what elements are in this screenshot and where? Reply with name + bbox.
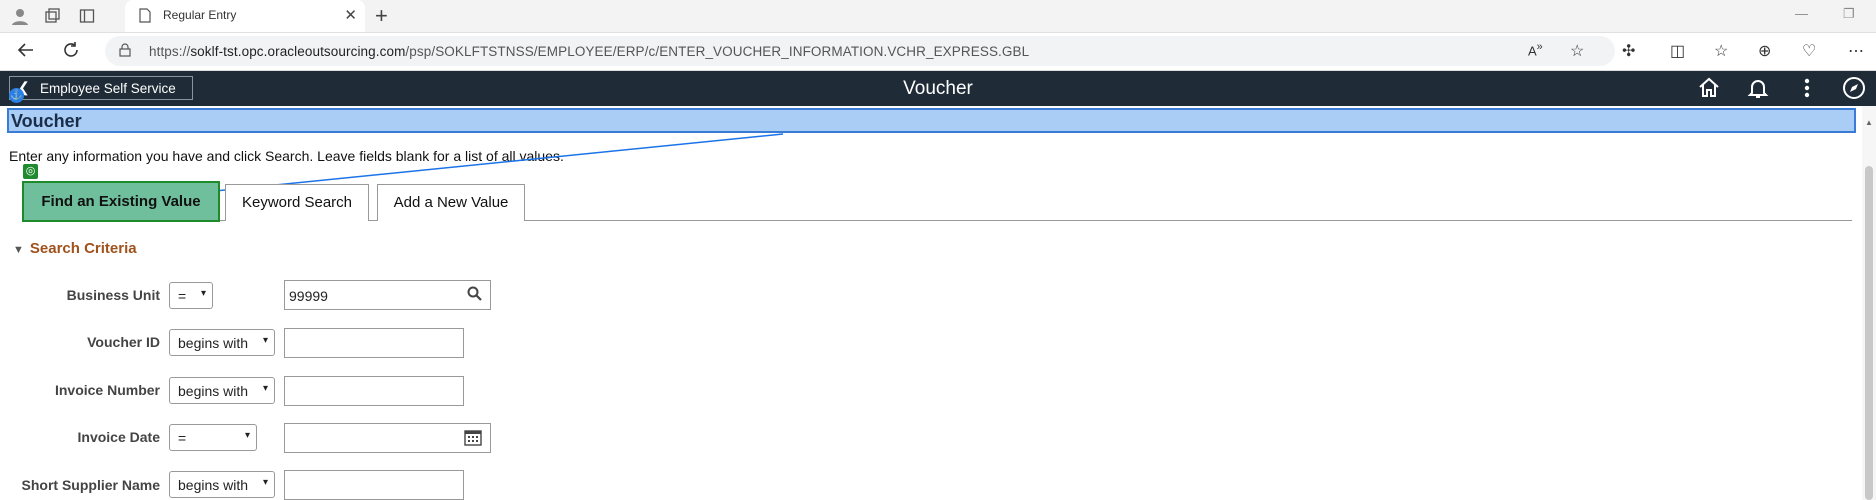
voucher-id-operator-select[interactable]: begins with ▾ xyxy=(169,329,275,356)
short-supplier-name-operator-select[interactable]: begins with ▾ xyxy=(169,471,275,498)
notifications-bell-icon[interactable] xyxy=(1746,76,1770,106)
address-bar-row: https://soklf-tst.opc.oracleoutsourcing.… xyxy=(0,33,1876,71)
tab-add-new-value[interactable]: Add a New Value xyxy=(377,184,525,221)
close-tab-icon[interactable]: ✕ xyxy=(344,6,357,24)
home-icon[interactable] xyxy=(1697,76,1721,106)
tab-title: Regular Entry xyxy=(163,8,237,22)
navbar-compass-icon[interactable] xyxy=(1842,76,1866,106)
vertical-scrollbar[interactable]: ▲ xyxy=(1862,106,1876,500)
chevron-down-icon: ▾ xyxy=(262,383,268,394)
back-icon[interactable] xyxy=(17,41,35,64)
voucher-id-input[interactable] xyxy=(284,328,464,358)
anchor-icon: ⚓ xyxy=(9,88,24,103)
page-title: Voucher xyxy=(11,111,82,131)
business-unit-label: Business Unit xyxy=(66,287,160,303)
extensions-icon[interactable]: ✣ xyxy=(1622,41,1635,61)
business-unit-input[interactable]: 99999 xyxy=(284,280,491,310)
tab-actions-icon[interactable] xyxy=(77,6,97,26)
restore-icon[interactable]: ❐ xyxy=(1843,6,1855,22)
chevron-down-icon: ▾ xyxy=(244,430,250,441)
url-text: https://soklf-tst.opc.oracleoutsourcing.… xyxy=(149,44,1030,59)
business-unit-operator-select[interactable]: = ▾ xyxy=(169,282,213,309)
refresh-icon[interactable] xyxy=(62,41,80,64)
invoice-date-label: Invoice Date xyxy=(77,429,160,445)
page-title-band: Voucher xyxy=(7,108,1856,133)
more-menu-icon[interactable]: ⋯ xyxy=(1848,41,1864,61)
lookup-search-icon[interactable] xyxy=(467,286,482,305)
browser-tab-bar: Regular Entry ✕ + — ❐ xyxy=(0,0,1876,33)
favorites-icon[interactable]: ☆ xyxy=(1714,41,1728,61)
invoice-number-operator-select[interactable]: begins with ▾ xyxy=(169,377,275,404)
chevron-down-icon: ▾ xyxy=(262,335,268,346)
app-header: ❮ Employee Self Service Voucher xyxy=(0,71,1876,106)
search-criteria-title: Search Criteria xyxy=(29,240,137,257)
short-supplier-name-input[interactable] xyxy=(284,470,464,500)
tab-find-existing-value[interactable]: Find an Existing Value xyxy=(22,181,220,222)
calendar-icon[interactable] xyxy=(464,429,482,450)
browser-tab[interactable]: Regular Entry ✕ xyxy=(125,0,365,32)
search-criteria-toggle[interactable]: ▼ Search Criteria xyxy=(13,240,137,257)
header-title: Voucher xyxy=(903,78,973,99)
invoice-date-operator-select[interactable]: = ▾ xyxy=(169,424,257,451)
scroll-up-icon[interactable]: ▲ xyxy=(1865,118,1873,127)
short-supplier-name-label: Short Supplier Name xyxy=(21,477,160,493)
page-icon xyxy=(139,8,151,28)
invoice-number-label: Invoice Number xyxy=(54,382,160,398)
workspaces-icon[interactable] xyxy=(42,6,62,26)
read-aloud-icon[interactable]: A» xyxy=(1528,41,1543,58)
actions-menu-icon[interactable] xyxy=(1795,76,1819,106)
target-marker-icon: ◎ xyxy=(23,164,38,179)
profile-icon[interactable] xyxy=(10,6,30,26)
instructions-text: Enter any information you have and click… xyxy=(9,148,564,164)
minimize-icon[interactable]: — xyxy=(1795,6,1808,21)
scrollbar-thumb[interactable] xyxy=(1865,166,1873,500)
tab-keyword-search[interactable]: Keyword Search xyxy=(225,184,369,221)
favorite-star-icon[interactable]: ☆ xyxy=(1570,41,1584,61)
invoice-number-input[interactable] xyxy=(284,376,464,406)
lock-icon[interactable] xyxy=(119,43,131,60)
url-bar[interactable]: https://soklf-tst.opc.oracleoutsourcing.… xyxy=(105,36,1615,66)
chevron-down-icon: ▾ xyxy=(262,477,268,488)
invoice-date-input[interactable] xyxy=(284,423,491,453)
chevron-down-icon: ▾ xyxy=(200,288,206,299)
new-tab-icon[interactable]: + xyxy=(375,3,388,29)
browser-essentials-icon[interactable]: ♡ xyxy=(1802,41,1816,61)
collapse-triangle-icon: ▼ xyxy=(13,244,24,256)
collections-icon[interactable]: ⊕ xyxy=(1758,41,1771,61)
voucher-id-label: Voucher ID xyxy=(87,334,160,350)
split-screen-icon[interactable]: ◫ xyxy=(1670,41,1685,61)
